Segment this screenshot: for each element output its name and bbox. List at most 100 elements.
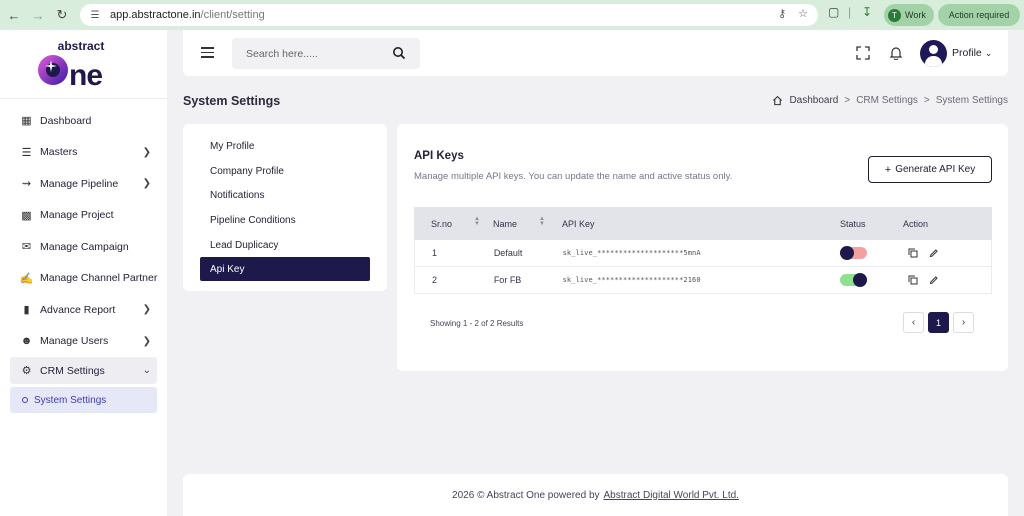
profile-label: Profile: [952, 47, 982, 59]
chevron-right-icon: ❯: [142, 335, 151, 347]
bookmark-star-icon[interactable]: ☆: [798, 7, 808, 20]
footer-company-link[interactable]: Abstract Digital World Pvt. Ltd.: [604, 490, 739, 501]
settings-nav-my-profile[interactable]: My Profile: [183, 134, 387, 159]
settings-nav-api-key[interactable]: Api Key: [200, 257, 370, 282]
column-header-srno[interactable]: Sr.no ▲ ▼: [414, 216, 480, 229]
table-row: 1 Default sk_live_********************5m…: [414, 240, 992, 267]
edit-pencil-icon[interactable]: [929, 275, 939, 285]
address-bar[interactable]: ☰ app.abstractone.in/client/setting ⚷ ☆: [80, 4, 818, 26]
gear-icon: ⚙: [21, 365, 32, 377]
table-header: Sr.no ▲ ▼ Name ▲ ▼ API Key Status Action: [414, 207, 992, 240]
sidebar-item-manage-project[interactable]: ▩ Manage Project: [0, 200, 167, 232]
sidebar-item-label: Dashboard: [40, 114, 92, 127]
sidebar-item-manage-channel-partner[interactable]: ✍ Manage Channel Partner: [0, 263, 167, 295]
settings-nav-lead-duplicacy[interactable]: Lead Duplicacy: [183, 233, 387, 258]
cell-srno: 2: [432, 275, 438, 285]
column-header-api-key: API Key: [562, 218, 595, 229]
download-icon[interactable]: ↧: [862, 5, 872, 19]
sidebar-item-manage-pipeline[interactable]: ⇝ Manage Pipeline ❯: [0, 168, 167, 200]
breadcrumb: Dashboard > CRM Settings > System Settin…: [772, 95, 1008, 106]
sidebar-item-manage-users[interactable]: ☻ Manage Users ❯: [0, 326, 167, 358]
settings-nav: My Profile Company Profile Notifications…: [183, 124, 387, 291]
list-icon: ☰: [21, 146, 32, 159]
plus-icon: +: [884, 163, 892, 176]
avatar: [920, 39, 947, 67]
cell-srno: 1: [432, 248, 438, 258]
cell-action: [886, 275, 991, 286]
settings-nav-company-profile[interactable]: Company Profile: [183, 159, 387, 184]
chevron-down-icon: ⌄: [142, 365, 151, 376]
password-key-icon[interactable]: ⚷: [778, 7, 786, 20]
footer: 2026 © Abstract One powered by Abstract …: [183, 474, 1008, 516]
abstract-one-logo: abstract ne: [37, 39, 104, 90]
api-keys-card: API Keys Manage multiple API keys. You c…: [397, 124, 1008, 371]
bar-chart-icon: ▮: [23, 304, 30, 317]
column-header-status: Status: [840, 218, 866, 229]
column-header-action: Action: [903, 218, 929, 229]
sidebar-item-manage-campaign[interactable]: ✉ Manage Campaign: [0, 231, 167, 263]
cell-api-key: sk_live_********************5mnA: [562, 249, 701, 257]
generate-api-key-button[interactable]: + Generate API Key: [868, 156, 992, 183]
sort-icon[interactable]: ▲ ▼: [539, 216, 545, 227]
sidebar-item-label: Manage Campaign: [40, 240, 129, 253]
sidebar-item-advance-report[interactable]: ▮ Advance Report ❯: [0, 294, 167, 326]
column-header-name[interactable]: Name ▲ ▼: [477, 216, 546, 229]
sidebar-item-label: Manage Pipeline: [40, 177, 119, 190]
circle-bullet-icon: [22, 397, 28, 403]
edit-pencil-icon[interactable]: [929, 248, 939, 258]
search-icon[interactable]: [392, 46, 406, 60]
pagination-next-button[interactable]: ›: [953, 312, 974, 333]
generate-api-key-label: Generate API Key: [895, 164, 976, 175]
top-header: Profile ⌄: [183, 30, 1008, 76]
pagination-summary: Showing 1 - 2 of 2 Results: [430, 319, 524, 328]
api-keys-table: Sr.no ▲ ▼ Name ▲ ▼ API Key Status Action 1…: [414, 207, 992, 294]
sidebar-item-dashboard[interactable]: ▦ Dashboard: [0, 105, 167, 137]
site-info-icon[interactable]: ☰: [88, 8, 102, 22]
profile-work-pill[interactable]: T Work: [884, 4, 934, 26]
api-keys-title: API Keys: [414, 150, 464, 162]
action-required-button[interactable]: Action required: [938, 4, 1020, 26]
forward-arrow-icon[interactable]: →: [28, 5, 48, 25]
sidebar-item-label: Manage Project: [40, 209, 114, 222]
copy-icon[interactable]: [908, 275, 918, 285]
pagination-prev-button[interactable]: ‹: [903, 312, 924, 333]
browser-toolbar: ← → ↻ ☰ app.abstractone.in/client/settin…: [0, 0, 1024, 30]
cell-name: For FB: [493, 275, 522, 285]
status-toggle[interactable]: [839, 246, 867, 260]
footer-text: 2026 © Abstract One powered by: [452, 489, 600, 501]
bell-icon[interactable]: [889, 46, 903, 60]
sidebar-item-label: Advance Report: [40, 303, 116, 316]
dashboard-icon: ▦: [21, 115, 32, 128]
home-icon: [773, 95, 783, 106]
breadcrumb-dashboard[interactable]: Dashboard: [789, 95, 838, 106]
work-avatar: T: [888, 8, 901, 22]
sidebar: abstract ne ▦ Dashboard ☰ Masters ❯ ⇝ Ma…: [0, 30, 167, 516]
logo[interactable]: abstract ne: [0, 30, 167, 99]
profile-menu[interactable]: Profile ⌄: [920, 39, 992, 67]
sidebar-subitem-system-settings[interactable]: System Settings: [10, 387, 157, 413]
extensions-icon[interactable]: ▢: [828, 5, 839, 19]
chevron-down-icon: ⌄: [984, 47, 993, 58]
svg-text:ne: ne: [69, 59, 102, 90]
pagination-page-button[interactable]: 1: [928, 312, 949, 333]
settings-nav-pipeline-conditions[interactable]: Pipeline Conditions: [183, 208, 387, 233]
work-label: Work: [905, 10, 926, 20]
settings-nav-notifications[interactable]: Notifications: [183, 183, 387, 208]
back-arrow-icon[interactable]: ←: [4, 5, 24, 25]
cell-action: [886, 248, 991, 259]
sidebar-item-label: Masters: [40, 146, 78, 159]
search-box: [232, 38, 420, 69]
table-row: 2 For FB sk_live_********************216…: [414, 267, 992, 294]
sidebar-item-masters[interactable]: ☰ Masters ❯: [0, 137, 167, 169]
status-toggle[interactable]: [839, 273, 867, 287]
hamburger-menu-icon[interactable]: [201, 47, 214, 58]
cell-api-key: sk_live_********************2160: [562, 276, 701, 284]
copy-icon[interactable]: [908, 248, 918, 258]
sidebar-item-crm-settings[interactable]: ⚙ CRM Settings ⌄: [10, 357, 157, 384]
reload-icon[interactable]: ↻: [52, 5, 72, 25]
fullscreen-icon[interactable]: [856, 46, 870, 60]
megaphone-icon: ✉: [21, 241, 32, 254]
breadcrumb-crm-settings[interactable]: CRM Settings: [856, 95, 918, 106]
search-input[interactable]: [246, 47, 386, 60]
chevron-right-icon: ❯: [142, 178, 151, 189]
